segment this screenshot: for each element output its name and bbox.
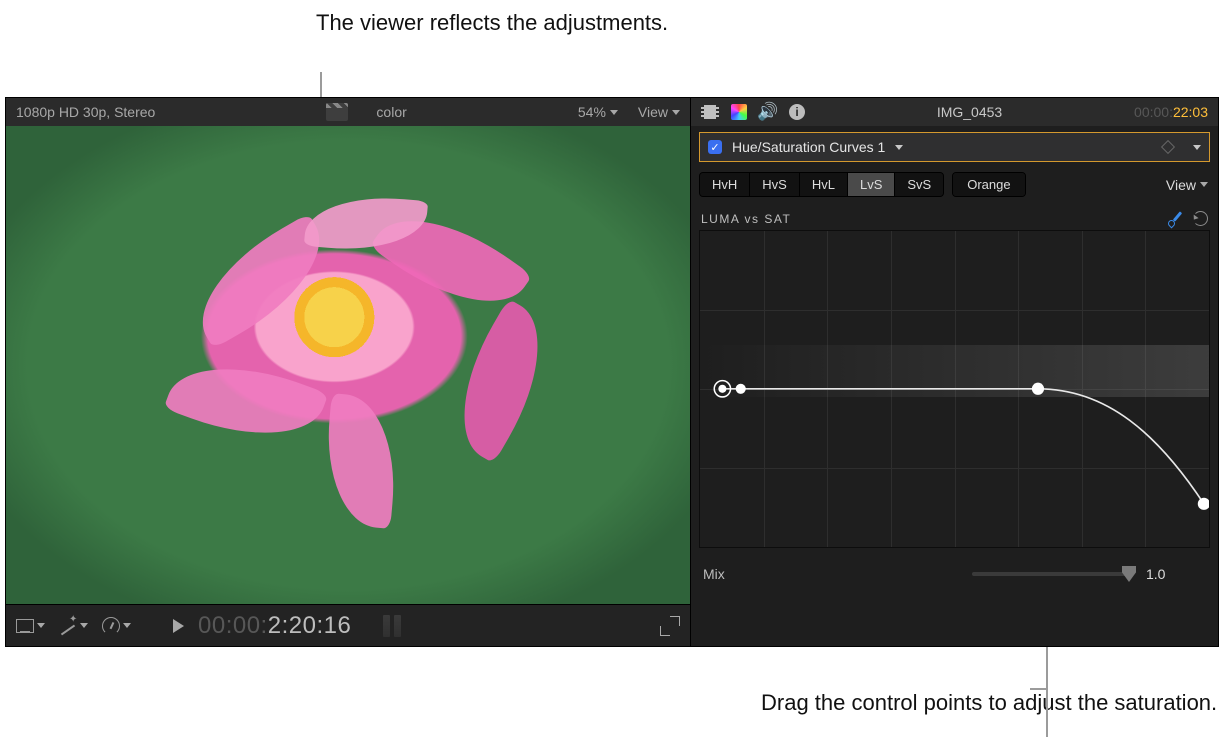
- curve-channel-segmented: Orange: [952, 172, 1025, 197]
- inspector-pane: 🔊 i IMG_0453 00:00:22:03 ✓ Hue/Saturatio…: [690, 98, 1218, 646]
- channel-orange[interactable]: Orange: [953, 173, 1024, 196]
- curve-line: [700, 231, 1209, 555]
- retime-icon: [102, 617, 120, 635]
- reset-icon[interactable]: [1193, 211, 1208, 226]
- viewer-title: color: [376, 104, 406, 120]
- mix-label: Mix: [703, 566, 725, 582]
- curve-title: LUMA vs SAT: [701, 212, 791, 226]
- tab-hvl[interactable]: HvL: [800, 173, 848, 196]
- effect-name: Hue/Saturation Curves 1: [732, 139, 885, 155]
- auto-enhance-icon: [59, 617, 77, 635]
- tab-hvh[interactable]: HvH: [700, 173, 750, 196]
- enhance-menu[interactable]: [59, 617, 88, 635]
- curve-panel: LUMA vs SAT: [699, 207, 1210, 548]
- callout-curve-leader: [1030, 688, 1048, 690]
- mix-slider[interactable]: [972, 572, 1132, 576]
- keyframe-icon[interactable]: [1161, 140, 1175, 154]
- play-button[interactable]: [173, 619, 184, 633]
- clip-format-label: 1080p HD 30p, Stereo: [16, 104, 155, 120]
- inspector-header: 🔊 i IMG_0453 00:00:22:03: [691, 98, 1218, 126]
- mix-row: Mix 1.0: [703, 566, 1206, 582]
- viewer-header: 1080p HD 30p, Stereo color 54% View: [6, 98, 690, 126]
- color-inspector-icon[interactable]: [731, 104, 747, 120]
- chevron-down-icon: [123, 623, 131, 628]
- chevron-down-icon: [37, 623, 45, 628]
- chevron-down-icon: [610, 110, 618, 115]
- curve-canvas[interactable]: [699, 230, 1210, 548]
- transform-menu[interactable]: [16, 619, 45, 633]
- curve-control-point[interactable]: [1032, 383, 1044, 395]
- effect-enable-checkbox[interactable]: ✓: [708, 140, 722, 154]
- chevron-down-icon: [1200, 182, 1208, 187]
- viewer-image: [6, 126, 690, 604]
- curve-tabs-row: HvH HvS HvL LvS SvS Orange View: [699, 172, 1210, 197]
- tab-svs[interactable]: SvS: [895, 173, 943, 196]
- clapperboard-icon[interactable]: [326, 103, 348, 121]
- viewer-view-label: View: [638, 104, 668, 120]
- effect-disclosure-icon[interactable]: [1193, 145, 1201, 150]
- zoom-value: 54%: [578, 104, 606, 120]
- callout-curve: Drag the control points to adjust the sa…: [761, 688, 1217, 718]
- chevron-down-icon: [672, 110, 680, 115]
- transform-icon: [16, 619, 34, 633]
- retime-menu[interactable]: [102, 617, 131, 635]
- clip-name: IMG_0453: [937, 104, 1002, 120]
- timecode-prefix: 00:00:: [198, 612, 268, 639]
- effect-preset-chevron-icon[interactable]: [895, 145, 903, 150]
- viewer-canvas[interactable]: [6, 126, 690, 604]
- viewer-view-dropdown[interactable]: View: [638, 104, 680, 120]
- mix-value[interactable]: 1.0: [1146, 566, 1206, 582]
- tab-lvs[interactable]: LvS: [848, 173, 895, 196]
- effect-title-bar[interactable]: ✓ Hue/Saturation Curves 1: [699, 132, 1210, 162]
- video-inspector-icon[interactable]: [701, 105, 719, 119]
- inspector-view-dropdown[interactable]: View: [1166, 177, 1208, 193]
- viewer-toolbar: 00:00:2:20:16: [6, 604, 690, 646]
- timecode-value: 2:20:16: [268, 612, 352, 639]
- viewer-timecode[interactable]: 00:00:2:20:16: [198, 612, 351, 640]
- curve-end-point[interactable]: [1198, 498, 1209, 510]
- viewer-pane: 1080p HD 30p, Stereo color 54% View: [6, 98, 690, 646]
- curve-header: LUMA vs SAT: [699, 207, 1210, 230]
- info-inspector-icon[interactable]: i: [789, 104, 805, 120]
- mix-slider-thumb[interactable]: [1122, 566, 1136, 582]
- zoom-dropdown[interactable]: 54%: [578, 104, 618, 120]
- callout-viewer: The viewer reflects the adjustments.: [316, 8, 668, 38]
- chevron-down-icon: [80, 623, 88, 628]
- curve-type-segmented: HvH HvS HvL LvS SvS: [699, 172, 944, 197]
- clip-duration: 00:00:22:03: [1134, 104, 1208, 120]
- app-frame: 1080p HD 30p, Stereo color 54% View: [6, 98, 1218, 646]
- audio-inspector-icon[interactable]: 🔊: [759, 103, 777, 121]
- tab-hvs[interactable]: HvS: [750, 173, 800, 196]
- audio-meters: [383, 615, 401, 637]
- fullscreen-button[interactable]: [660, 616, 680, 636]
- eyedropper-icon[interactable]: [1167, 212, 1181, 226]
